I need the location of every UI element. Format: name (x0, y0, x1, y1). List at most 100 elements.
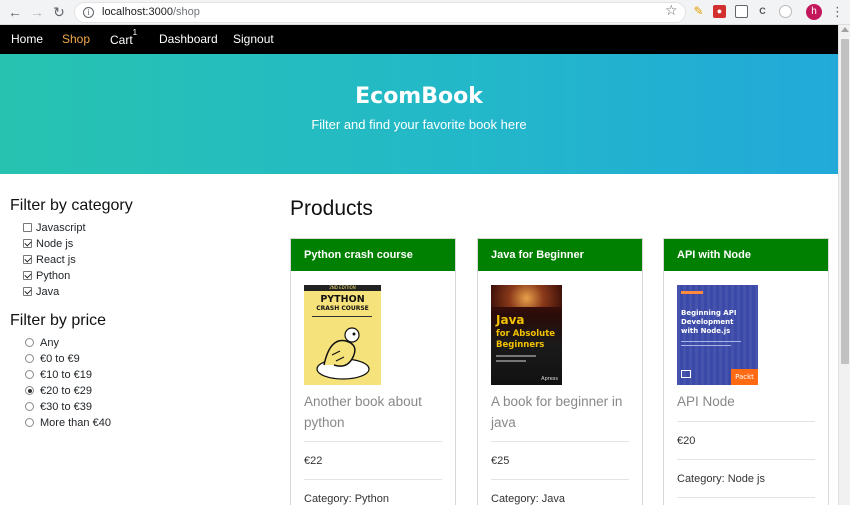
cover-accent (681, 291, 703, 294)
back-arrow-icon[interactable]: ← (6, 3, 24, 21)
category-option-javascript[interactable]: Javascript (23, 222, 86, 236)
book-cover-image[interactable]: Beginning API Development with Node.js P… (677, 285, 758, 385)
category-option-java[interactable]: Java (23, 286, 59, 300)
bookmark-star-icon[interactable]: ☆ (665, 2, 678, 19)
price-label: €0 to €9 (40, 353, 80, 365)
price-option-20-29[interactable]: €20 to €29 (25, 385, 92, 399)
radio-button[interactable] (25, 354, 34, 363)
product-description: Another book about python (304, 394, 422, 430)
divider (304, 479, 442, 480)
pen-icon[interactable]: ✎ (692, 5, 705, 18)
cover-rule (496, 360, 526, 362)
product-price: €20 (677, 435, 696, 447)
checkbox[interactable] (23, 287, 32, 296)
cover-title: PYTHON (320, 294, 365, 305)
category-label: Java (36, 286, 60, 298)
category-label: Javascript (36, 222, 86, 234)
product-name[interactable]: API with Node (664, 239, 828, 271)
book-cover-image[interactable]: Java for Absolute Beginners Apress (491, 285, 562, 385)
category-option-node-js[interactable]: Node js (23, 238, 73, 252)
record-icon[interactable]: ● (713, 5, 726, 18)
product-category: Category: Node js (677, 473, 765, 485)
category-value: Java (541, 493, 565, 505)
kebab-menu-icon[interactable]: ⋮ (831, 3, 844, 21)
products-heading: Products (290, 197, 373, 220)
cover-publisher: Apress (541, 376, 558, 382)
address-bar[interactable]: i localhost:3000/shop (74, 2, 686, 23)
nav-cart[interactable]: Cart1 (110, 28, 137, 47)
product-description: API Node (677, 394, 735, 409)
radio-button[interactable] (25, 418, 34, 427)
nav-cart-label: Cart (110, 33, 133, 47)
product-card[interactable]: Python crash course 2ND EDITION PYTHON C… (290, 238, 456, 505)
radio-button[interactable] (25, 338, 34, 347)
nav-shop[interactable]: Shop (62, 32, 90, 46)
book-cover-image[interactable]: 2ND EDITION PYTHON CRASH COURSE (304, 285, 381, 385)
c-icon[interactable]: C (756, 5, 769, 18)
price-label: €30 to €39 (40, 401, 92, 413)
category-label: React js (36, 254, 76, 266)
category-option-python[interactable]: Python (23, 270, 70, 284)
price-label: €20 to €29 (40, 385, 92, 397)
page-scrollbar[interactable] (838, 25, 850, 505)
reload-icon[interactable]: ↻ (50, 3, 68, 21)
price-option-30-39[interactable]: €30 to €39 (25, 401, 92, 415)
scroll-up-arrow-icon[interactable] (841, 27, 849, 32)
cart-count-badge: 1 (132, 28, 138, 37)
category-value: Python (354, 493, 389, 505)
category-filter-title: Filter by category (10, 197, 133, 214)
nav-dashboard[interactable]: Dashboard (159, 32, 218, 46)
product-price: €22 (304, 455, 323, 467)
product-card[interactable]: Java for Beginner Java for Absolute Begi… (477, 238, 643, 505)
cover-rule (681, 345, 731, 346)
divider (304, 441, 442, 442)
cover-title: Java (496, 313, 525, 327)
divider (677, 421, 815, 422)
url-text[interactable]: localhost:3000/shop (102, 6, 200, 18)
checkbox[interactable] (23, 255, 32, 264)
cover-subtitle-2: with Node.js (681, 327, 731, 335)
price-option-any[interactable]: Any (25, 337, 59, 351)
price-filter-title: Filter by price (10, 312, 107, 329)
checkbox[interactable] (23, 271, 32, 280)
radio-button[interactable] (25, 386, 34, 395)
price-label: Any (40, 337, 59, 349)
hero-title: EcomBook (355, 84, 483, 109)
category-option-react-js[interactable]: React js (23, 254, 76, 268)
category-label: Node js (36, 238, 74, 250)
browser-toolbar: ← → ↻ i localhost:3000/shop ☆ ✎ ● C h ⋮ (0, 0, 850, 25)
price-option-0-9[interactable]: €0 to €9 (25, 353, 80, 367)
category-label: Python (36, 270, 71, 282)
divider (677, 497, 815, 498)
nav-signout[interactable]: Signout (233, 32, 274, 46)
cube-icon[interactable] (735, 5, 748, 18)
price-option-10-19[interactable]: €10 to €19 (25, 369, 92, 383)
cover-snake-illustration (316, 327, 370, 380)
product-price: €25 (491, 455, 510, 467)
profile-avatar[interactable]: h (806, 4, 822, 20)
divider (491, 479, 629, 480)
radio-button[interactable] (25, 370, 34, 379)
info-icon[interactable]: i (83, 7, 94, 18)
product-card[interactable]: API with Node Beginning API Development … (663, 238, 829, 505)
nav-home[interactable]: Home (11, 32, 43, 46)
price-label: More than €40 (40, 417, 111, 429)
cover-subtitle: Development (681, 318, 734, 326)
product-category: Category: Java (491, 493, 565, 505)
price-option-40-plus[interactable]: More than €40 (25, 417, 111, 431)
category-label: Category: (304, 493, 352, 505)
product-name[interactable]: Java for Beginner (478, 239, 642, 271)
puzzle-icon[interactable] (779, 5, 792, 18)
checkbox[interactable] (23, 239, 32, 248)
radio-button[interactable] (25, 402, 34, 411)
scrollbar-thumb[interactable] (841, 39, 849, 364)
divider (677, 459, 815, 460)
app-navbar: Home Shop Cart1 Dashboard Signout (0, 25, 838, 54)
cover-subtitle: CRASH COURSE (316, 305, 369, 312)
product-name[interactable]: Python crash course (291, 239, 455, 271)
forward-arrow-icon[interactable]: → (28, 3, 46, 21)
divider (491, 441, 629, 442)
hero-subtitle: Filter and find your favorite book here (311, 117, 527, 132)
checkbox[interactable] (23, 223, 32, 232)
cover-subtitle: for Absolute (496, 329, 556, 339)
